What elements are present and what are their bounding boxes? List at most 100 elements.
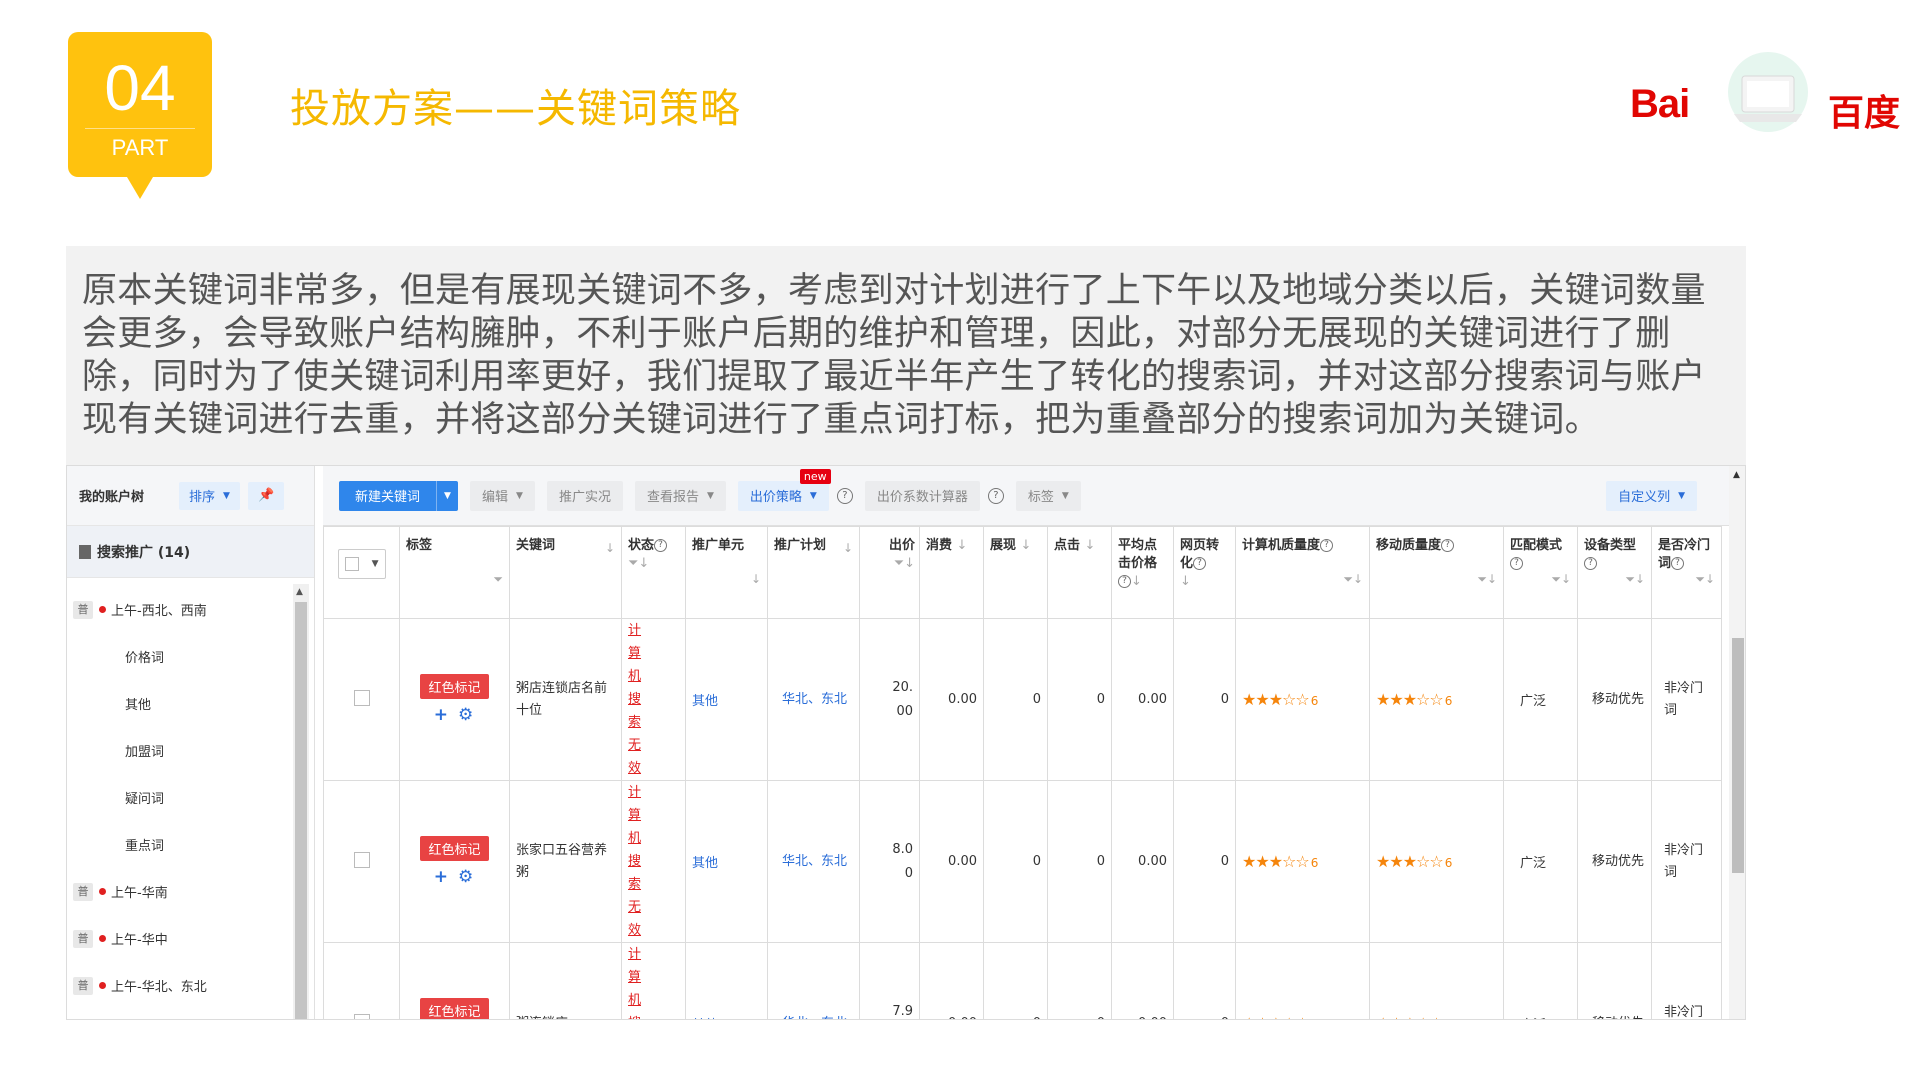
col-tag[interactable]: 标签 ⏷ [399, 526, 510, 619]
bid-cell[interactable]: 7.99 [859, 942, 920, 1019]
filter-icon[interactable]: ⏷ [493, 570, 503, 588]
col-status[interactable]: 状态? ⏷↓ [621, 526, 686, 619]
filter-sort-icon[interactable]: ⏷↓ [894, 556, 915, 571]
sort-icon[interactable]: ↓ [957, 538, 968, 553]
col-bid[interactable]: 出价 ⏷↓ [859, 526, 920, 619]
match-type-cell[interactable]: 广泛 [1503, 618, 1578, 781]
help-icon[interactable]: ? [1441, 539, 1455, 552]
plan-link[interactable]: 华北、东北 [767, 942, 860, 1019]
col-pc-quality[interactable]: 计算机质量度? ⏷↓ [1235, 526, 1370, 619]
sort-icon[interactable]: ↓ [1180, 574, 1191, 589]
col-cold-word[interactable]: 是否冷门词? ⏷↓ [1651, 526, 1722, 619]
sort-icon[interactable]: ↓ [1085, 538, 1096, 553]
help-icon[interactable]: ? [654, 539, 668, 552]
tree-unit-item[interactable]: 其他 [67, 680, 293, 727]
plan-link[interactable]: 华北、东北 [767, 780, 860, 943]
help-icon[interactable]: ? [1320, 539, 1334, 552]
tree-unit-item[interactable]: 重点词 [67, 821, 293, 868]
col-impressions[interactable]: 展现 ↓ [983, 526, 1048, 619]
tree-plan-item[interactable]: 普上午-华东 [67, 1009, 293, 1019]
help-icon[interactable]: ? [1584, 557, 1597, 570]
row-checkbox[interactable] [353, 689, 370, 706]
gear-icon[interactable]: ⚙ [458, 867, 483, 887]
col-unit[interactable]: 推广单元 ↓ [685, 526, 768, 619]
tags-button[interactable]: 标签 ▼ [1015, 480, 1081, 511]
filter-sort-icon[interactable]: ⏷↓ [1695, 570, 1715, 588]
sort-icon[interactable]: ↓ [1131, 574, 1142, 589]
scroll-up-icon[interactable]: ▲ [1733, 470, 1740, 480]
device-cell[interactable]: 移动优先 [1577, 618, 1652, 781]
red-tag-badge[interactable]: 红色标记 [420, 836, 489, 861]
filter-sort-icon[interactable]: ⏷↓ [1477, 570, 1497, 588]
tree-plan-item[interactable]: 普 上午-华北、东北 [67, 962, 293, 1009]
help-icon[interactable]: ? [1118, 575, 1131, 588]
add-icon[interactable]: + [434, 705, 458, 725]
sort-icon[interactable]: ↓ [605, 539, 615, 557]
tree-plan-item[interactable]: 普 上午-华中 [67, 915, 293, 962]
plan-link[interactable]: 华北、东北 [767, 618, 860, 781]
new-keyword-button[interactable]: 新建关键词 ▼ [339, 480, 459, 511]
col-keyword[interactable]: 关键词 ↓ [509, 526, 622, 619]
sidebar-scroll-thumb[interactable] [295, 602, 307, 1019]
unit-link[interactable]: 其他 [685, 780, 768, 943]
sort-dropdown[interactable]: 排序 ▼ [179, 481, 240, 510]
sort-icon[interactable]: ↓ [751, 570, 761, 588]
sidebar-scrollbar[interactable]: ▲ [293, 584, 309, 1019]
custom-columns-button[interactable]: 自定义列 ▼ [1606, 480, 1697, 511]
tree-unit-item[interactable]: 加盟词 [67, 727, 293, 774]
col-device[interactable]: 设备类型? ⏷↓ [1577, 526, 1652, 619]
filter-sort-icon[interactable]: ⏷↓ [628, 556, 649, 571]
sort-icon[interactable]: ↓ [1021, 538, 1032, 553]
view-report-button[interactable]: 查看报告 ▼ [634, 480, 726, 511]
live-preview-button[interactable]: 推广实况 [546, 480, 623, 511]
match-type-cell[interactable]: 广泛 [1503, 780, 1578, 943]
table-scroll-thumb[interactable] [1732, 638, 1744, 873]
unit-link[interactable]: 其他 [685, 618, 768, 781]
add-icon[interactable]: + [434, 867, 458, 887]
col-conversion[interactable]: 网页转化? ↓ [1173, 526, 1236, 619]
filter-sort-icon[interactable]: ⏷↓ [1551, 570, 1571, 588]
help-icon[interactable]: ? [987, 487, 1004, 504]
col-clicks[interactable]: 点击 ↓ [1047, 526, 1112, 619]
help-icon[interactable]: ? [1193, 557, 1207, 570]
status-link[interactable]: 计算机搜索无效 [628, 781, 648, 942]
match-type-cell[interactable]: 广泛 [1503, 942, 1578, 1019]
sort-icon[interactable]: ↓ [843, 539, 853, 557]
col-plan[interactable]: 推广计划 ↓ [767, 526, 860, 619]
bid-calculator-button[interactable]: 出价系数计算器 [864, 480, 980, 511]
filter-sort-icon[interactable]: ⏷↓ [1625, 570, 1645, 588]
tree-unit-item[interactable]: 疑问词 [67, 774, 293, 821]
row-checkbox[interactable] [353, 1013, 370, 1019]
red-tag-badge[interactable]: 红色标记 [420, 998, 489, 1019]
tree-plan-item[interactable]: 普 上午-西北、西南 [67, 586, 293, 633]
tree-plan-item[interactable]: 普 上午-华南 [67, 868, 293, 915]
help-icon[interactable]: ? [1510, 557, 1523, 570]
help-icon[interactable]: ? [836, 487, 853, 504]
bid-strategy-button[interactable]: 出价策略 ▼ new [737, 468, 831, 511]
caret-down-icon[interactable]: ▼ [436, 480, 458, 511]
help-icon[interactable]: ? [1671, 557, 1685, 570]
status-link[interactable]: 计算机搜索无效 [628, 619, 648, 780]
pin-button[interactable]: 📌 [247, 481, 285, 510]
device-cell[interactable]: 移动优先 [1577, 780, 1652, 943]
scroll-up-icon[interactable]: ▲ [296, 587, 303, 597]
col-avg-cpc[interactable]: 平均点击价格? ↓ [1111, 526, 1174, 619]
gear-icon[interactable]: ⚙ [458, 705, 483, 725]
device-cell[interactable]: 移动优先 [1577, 942, 1652, 1019]
unit-link[interactable]: 其他 [685, 942, 768, 1019]
tree-unit-item[interactable]: 价格词 [67, 633, 293, 680]
edit-button[interactable]: 编辑 ▼ [470, 480, 535, 511]
table-scrollbar[interactable]: ▲ [1729, 466, 1745, 1019]
select-all-checkbox[interactable] [344, 557, 359, 571]
bid-cell[interactable]: 20.00 [859, 618, 920, 781]
col-mobile-quality[interactable]: 移动质量度? ⏷↓ [1369, 526, 1504, 619]
col-match-type[interactable]: 匹配模式? ⏷↓ [1503, 526, 1578, 619]
row-checkbox[interactable] [353, 851, 370, 868]
col-cost[interactable]: 消费 ↓ [919, 526, 984, 619]
bid-cell[interactable]: 8.00 [859, 780, 920, 943]
filter-sort-icon[interactable]: ⏷↓ [1343, 570, 1363, 588]
status-link[interactable]: 计算机搜索无效 [628, 943, 648, 1019]
select-all-dropdown[interactable]: ▼ [337, 549, 386, 579]
tree-root-search-promotion[interactable]: 搜索推广 (14) [67, 526, 314, 578]
red-tag-badge[interactable]: 红色标记 [420, 674, 489, 699]
